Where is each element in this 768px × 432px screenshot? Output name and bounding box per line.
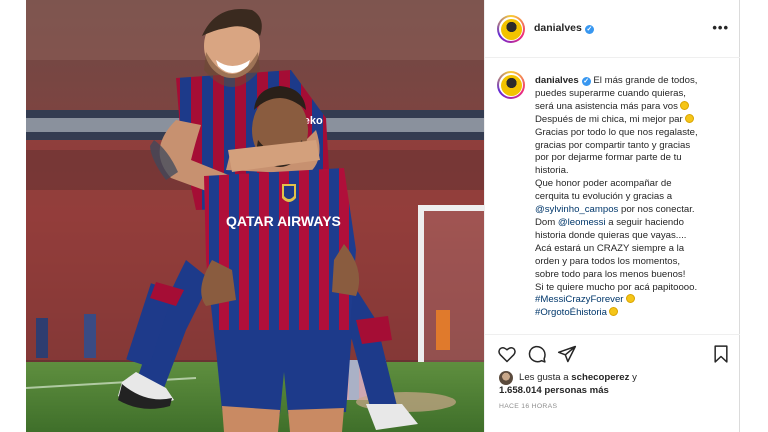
caption-line-3: será una asistencia más para vos — [535, 100, 678, 112]
likes-prefix: Les gusta a — [519, 372, 569, 383]
share-icon[interactable] — [557, 344, 577, 364]
author-username[interactable]: danialves ✓ — [534, 22, 594, 34]
post-actions: Les gusta a schecoperez y 1.658.014 pers… — [485, 334, 741, 432]
mention-sylvinho[interactable]: @sylvinho_campos — [535, 204, 618, 215]
hashtag-orgotoehistoria[interactable]: #OrgotoÉhistoria — [535, 307, 607, 318]
caption-line-1: El más grande de todos, — [593, 75, 698, 86]
caption-username[interactable]: danialves — [535, 75, 579, 86]
likes-suffix: y — [632, 372, 637, 383]
post-header: danialves ✓ ••• — [485, 0, 741, 58]
heart-icon[interactable] — [497, 344, 517, 364]
verified-icon: ✓ — [581, 77, 591, 86]
caption-line-17: Si te quiere mucho por acá papitoooo. — [535, 281, 698, 293]
likes-line-1: Les gusta a schecoperez y — [519, 372, 637, 383]
caption-line-8: historia. — [535, 165, 569, 177]
page-margin — [740, 0, 768, 432]
caption-area[interactable]: danialves ✓ El más grande de todos, puede… — [485, 59, 741, 334]
liker-avatar[interactable] — [499, 371, 513, 385]
verified-icon: ✓ — [584, 25, 594, 34]
author-avatar[interactable] — [497, 15, 525, 43]
post-photo[interactable]: beko QATAR AIRWAYS — [26, 0, 484, 432]
caption-line-2: puedes superarme cuando quieras, — [535, 87, 686, 99]
author-username-text[interactable]: danialves — [534, 22, 582, 34]
caption-line-14: Acá estará un CRAZY siempre a la — [535, 242, 685, 254]
shirt-sponsor: QATAR AIRWAYS — [226, 213, 341, 229]
post-side-panel: danialves ✓ ••• danialves ✓ El más grande … — [484, 0, 741, 432]
more-options-icon[interactable]: ••• — [712, 20, 729, 35]
caption-line-7: por por dejarme formar parte de tu — [535, 152, 682, 164]
smiling-emoji-icon — [625, 294, 635, 304]
likes-line-2[interactable]: 1.658.014 personas más — [499, 385, 609, 396]
caption-line-4: Después de mi chica, mi mejor par — [535, 113, 683, 125]
caption-line-5: Gracias por todo lo que nos regalaste, — [535, 126, 698, 138]
grinning-emoji-icon — [609, 307, 618, 317]
mention-leomessi[interactable]: @leomessi — [558, 217, 606, 228]
instagram-post-view: beko QATAR AIRWAYS danialves ✓ ••• dania… — [0, 0, 768, 432]
likes-count[interactable]: 1.658.014 — [499, 385, 542, 396]
winking-emoji-icon — [684, 113, 694, 123]
laughing-emoji-icon — [679, 100, 689, 110]
caption-avatar[interactable] — [497, 71, 525, 99]
caption-line-10: cerquita tu evolución y gracias a — [535, 191, 673, 203]
football-celebration-image: beko QATAR AIRWAYS — [26, 0, 484, 432]
caption-line-13: historia donde quieras que vayas.... — [535, 229, 687, 241]
liker-username[interactable]: schecoperez — [571, 372, 629, 383]
likes-others[interactable]: personas más — [544, 385, 609, 396]
bookmark-icon[interactable] — [711, 344, 731, 364]
caption-line-9: Que honor poder acompañar de — [535, 178, 672, 190]
comment-icon[interactable] — [527, 344, 547, 364]
caption-line-16: sobre todo para los menos buenos! — [535, 268, 686, 280]
caption-line-15: orden y para todos los momentos, — [535, 255, 681, 267]
post-timestamp[interactable]: HACE 16 HORAS — [499, 403, 557, 410]
caption-text: danialves ✓ El más grande de todos, puede… — [535, 75, 731, 320]
hashtag-messicrazyforever[interactable]: #MessiCrazyForever — [535, 294, 624, 305]
caption-line-6: gracias por compartir tanto y gracias — [535, 139, 691, 151]
